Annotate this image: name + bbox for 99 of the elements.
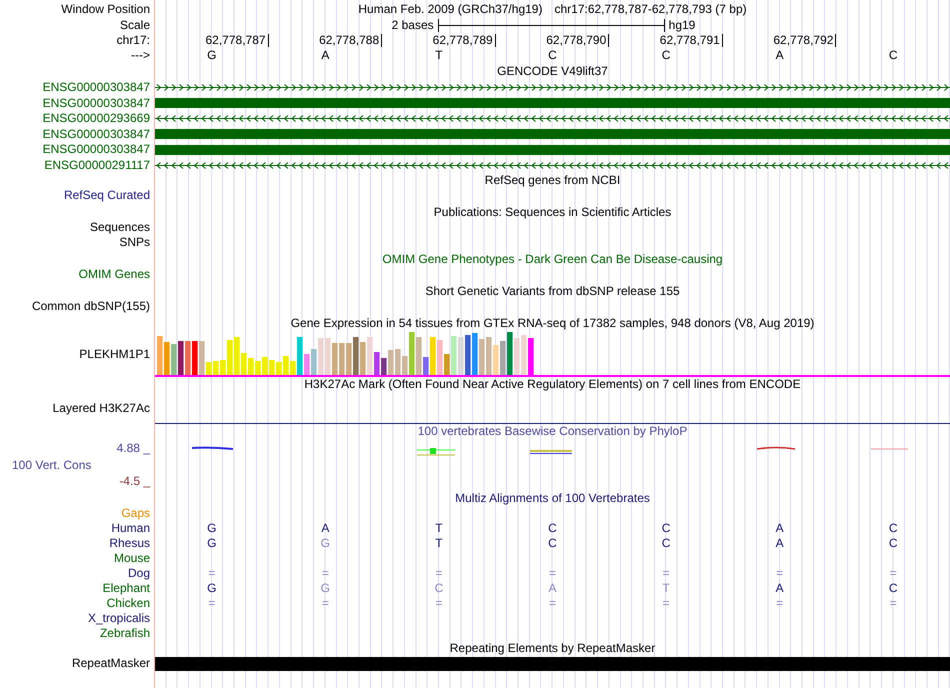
gene-exon-bar[interactable] xyxy=(155,98,950,108)
aligned-base: = xyxy=(208,566,216,581)
species-label[interactable]: Mouse xyxy=(114,551,150,566)
aligned-base: C xyxy=(888,581,898,596)
species-label[interactable]: X_tropicalis xyxy=(88,611,150,626)
aligned-base: G xyxy=(320,581,330,596)
track-title: OMIM Gene Phenotypes - Dark Green Can Be Disease-causing xyxy=(382,252,723,267)
track-title: H3K27Ac Mark (Often Found Near Active Regulatory Elements) on 7 cell lines from ENCODE xyxy=(304,377,801,392)
conservation-mark xyxy=(416,448,456,456)
aligned-base: = xyxy=(548,596,556,611)
base-letter: T xyxy=(435,48,443,63)
aligned-base: = xyxy=(776,566,784,581)
base-letter: A xyxy=(321,48,330,63)
aligned-base: T xyxy=(662,581,670,596)
species-label[interactable]: Zebrafish xyxy=(100,626,150,641)
conservation-mark xyxy=(530,450,572,454)
aligned-base: T xyxy=(435,521,443,536)
aligned-base: A xyxy=(321,521,330,536)
scale-text: 2 bases xyxy=(392,18,434,33)
aligned-base: G xyxy=(320,536,330,551)
species-label[interactable]: Human xyxy=(111,521,150,536)
species-label[interactable]: Elephant xyxy=(102,581,150,596)
base-letter: C xyxy=(888,48,898,63)
track-label[interactable]: 100 Vert. Cons xyxy=(0,458,92,472)
gene-exon-bar[interactable] xyxy=(155,144,950,155)
gene-label[interactable]: ENSG00000303847 xyxy=(42,80,150,96)
conservation-mark xyxy=(192,446,234,450)
aligned-base: A xyxy=(776,581,784,596)
gene-label[interactable]: ENSG00000303847 xyxy=(42,142,150,158)
aligned-base: C xyxy=(662,521,670,536)
aligned-base: G xyxy=(207,536,216,551)
track-title: GENCODE V49lift37 xyxy=(497,64,608,79)
track-label[interactable]: RepeatMasker xyxy=(72,656,150,671)
track-title: Multiz Alignments of 100 Vertebrates xyxy=(455,491,650,506)
track-title: Repeating Elements by RepeatMasker xyxy=(450,641,656,656)
gene-label[interactable]: ENSG00000303847 xyxy=(42,96,150,111)
scale-assembly: hg19 xyxy=(668,18,696,33)
base-letter: C xyxy=(548,48,557,63)
aligned-base: = xyxy=(435,566,442,581)
aligned-base: = xyxy=(776,596,784,611)
track-label[interactable]: Common dbSNP(155) xyxy=(32,299,150,314)
axis-max-label: 4.88 _ xyxy=(116,441,150,456)
position-text: chr17:62,778,787-62,778,793 (7 bp) xyxy=(554,2,747,16)
gene-label[interactable]: ENSG00000291117 xyxy=(44,158,150,173)
aligned-base: = xyxy=(322,566,329,581)
position-label: 62,778,789 xyxy=(432,34,496,47)
aligned-base: A xyxy=(548,581,556,596)
gene-label[interactable]: ENSG00000303847 xyxy=(42,126,150,142)
position-label: 62,778,787 xyxy=(206,34,269,47)
position-label: 62,778,788 xyxy=(319,34,382,47)
aligned-base: C xyxy=(434,581,444,596)
track-label[interactable]: OMIM Genes xyxy=(78,267,150,282)
base-letter: G xyxy=(207,48,216,63)
aligned-base: = xyxy=(890,596,897,611)
track-label[interactable]: SNPs xyxy=(119,235,150,250)
row-label: chr17: xyxy=(116,33,150,48)
aligned-base: G xyxy=(207,521,216,536)
aligned-base: = xyxy=(208,596,216,611)
aligned-base: C xyxy=(548,536,557,551)
gene-exon-bar[interactable] xyxy=(155,129,950,140)
track-title: Publications: Sequences in Scientific Articles xyxy=(434,205,672,220)
position-label: 62,778,792 xyxy=(773,34,836,47)
track-label[interactable]: Layered H3K27Ac xyxy=(52,400,150,416)
row-label: ---> xyxy=(131,48,150,63)
species-label[interactable]: Chicken xyxy=(106,596,150,611)
track-label[interactable]: RefSeq Curated xyxy=(64,188,150,203)
track-label[interactable]: Sequences xyxy=(90,220,150,235)
position-label: 62,778,790 xyxy=(546,34,610,47)
track-title: Short Genetic Variants from dbSNP release 155 xyxy=(425,284,680,299)
aligned-base: = xyxy=(435,596,442,611)
species-label[interactable]: Dog xyxy=(128,566,150,581)
base-letter: C xyxy=(662,48,670,63)
aligned-base: = xyxy=(662,566,670,581)
species-label[interactable]: Rhesus xyxy=(109,536,150,551)
row-label: Scale xyxy=(120,18,150,33)
gene-label[interactable]: ENSG00000293669 xyxy=(42,111,150,126)
assembly-title: Human Feb. 2009 (GRCh37/hg19) xyxy=(358,2,542,16)
aligned-base: A xyxy=(776,521,784,536)
position-label: 62,778,791 xyxy=(660,34,723,47)
row-label: Window Position xyxy=(61,2,150,16)
aligned-base: G xyxy=(207,581,216,596)
aligned-base: C xyxy=(888,536,898,551)
track-label[interactable]: PLEKHM1P1 xyxy=(79,346,150,362)
conservation-mark xyxy=(870,448,908,450)
conservation-mark xyxy=(756,446,796,450)
axis-min-label: -4.5 _ xyxy=(119,474,150,489)
aligned-base: = xyxy=(662,596,670,611)
aligned-base: = xyxy=(322,596,329,611)
aligned-base: C xyxy=(888,521,898,536)
aligned-base: = xyxy=(548,566,556,581)
track-title: 100 vertebrates Basewise Conservation by PhyloP xyxy=(418,424,688,439)
aligned-base: T xyxy=(435,536,443,551)
aligned-base: C xyxy=(548,521,557,536)
aligned-base: C xyxy=(662,536,670,551)
aligned-base: A xyxy=(776,536,784,551)
track-title: Gene Expression in 54 tissues from GTEx RNA-seq of 17382 samples, 948 donors (V8, Aug 2019) xyxy=(290,316,814,331)
aligned-base: = xyxy=(890,566,897,581)
track-title: RefSeq genes from NCBI xyxy=(484,173,620,188)
base-letter: A xyxy=(776,48,784,63)
